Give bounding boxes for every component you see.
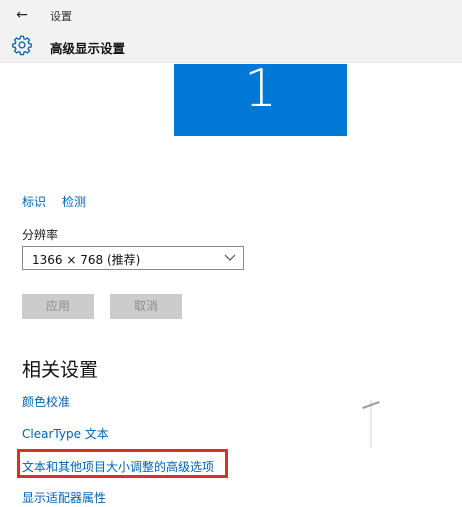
- monitor-tile[interactable]: 1: [174, 59, 347, 136]
- background-mark: [370, 400, 372, 448]
- page-title: 高级显示设置: [50, 41, 126, 56]
- back-button[interactable]: ←: [12, 6, 32, 24]
- resolution-label: 分辨率: [22, 228, 59, 242]
- monitor-number: 1: [243, 59, 278, 119]
- gear-icon: [12, 35, 32, 56]
- chevron-down-icon: [224, 254, 236, 261]
- cancel-button[interactable]: 取消: [110, 294, 182, 319]
- highlight-annotation-box: [17, 449, 228, 478]
- app-title: 设置: [50, 10, 72, 23]
- related-settings-heading: 相关设置: [22, 359, 99, 381]
- resolution-value: 1366 × 768 (推荐): [32, 253, 141, 267]
- identify-link[interactable]: 标识: [22, 193, 46, 210]
- title-bar: ← 设置 高级显示设置: [0, 0, 462, 63]
- apply-button[interactable]: 应用: [22, 294, 94, 319]
- resolution-dropdown[interactable]: 1366 × 768 (推荐): [22, 246, 244, 270]
- display-adapter-properties-link[interactable]: 显示适配器属性: [22, 489, 106, 506]
- cleartype-text-link[interactable]: ClearType 文本: [22, 425, 109, 442]
- detect-link[interactable]: 检测: [62, 193, 86, 210]
- color-calibration-link[interactable]: 颜色校准: [22, 393, 70, 410]
